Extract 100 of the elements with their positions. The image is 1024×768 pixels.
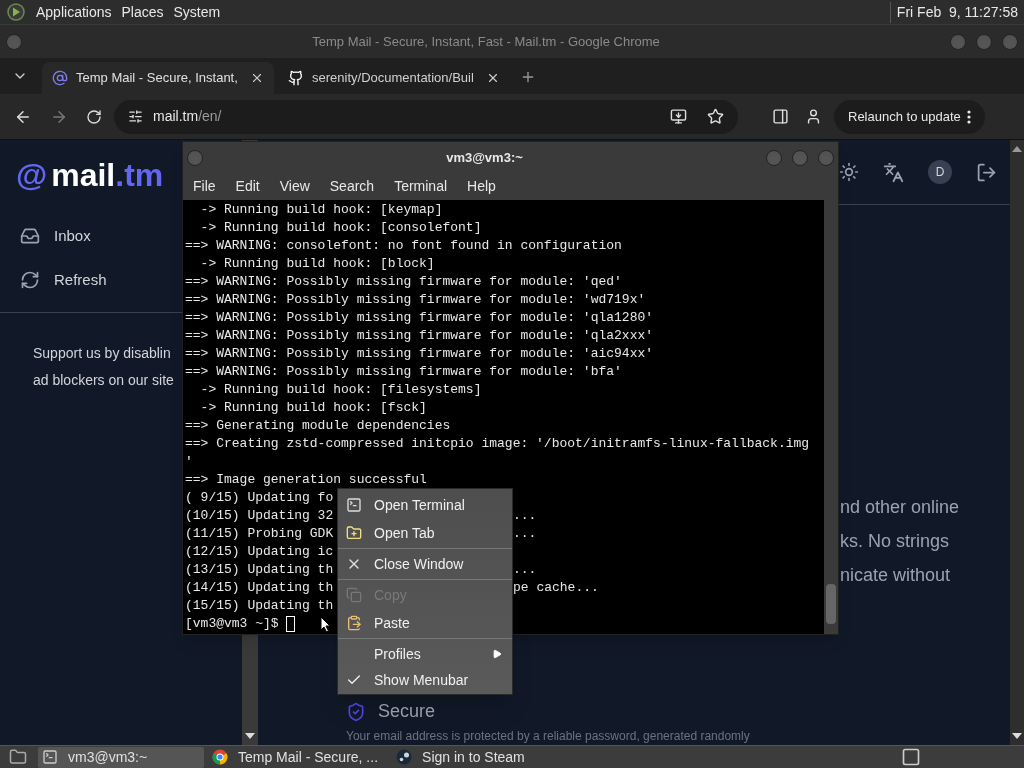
terminal-line: pe cache... xyxy=(513,579,600,597)
copy-icon xyxy=(346,587,362,603)
install-icon[interactable] xyxy=(670,108,687,125)
menu-item[interactable]: Edit xyxy=(235,176,260,197)
relaunch-button[interactable]: Relaunch to update xyxy=(834,99,985,134)
menu-item[interactable]: Close Window xyxy=(338,550,512,578)
side-panel-icon[interactable] xyxy=(772,108,789,125)
panel-menu[interactable]: Applications xyxy=(36,1,112,23)
terminal-line: -> Running build hook: [block] xyxy=(199,255,435,273)
support-text: ad blockers on our site xyxy=(33,371,174,390)
terminal-line: ==> WARNING: Possibly missing firmware for module: 'qla1280' xyxy=(185,309,654,327)
clipboard-icon xyxy=(346,615,362,631)
avatar[interactable]: D xyxy=(928,160,952,184)
terminal-line: ... xyxy=(513,525,538,543)
folder-icon xyxy=(346,525,362,541)
address-bar[interactable]: mail.tm/en/ xyxy=(114,99,738,134)
terminal-line: (14/15) Updating th xyxy=(185,579,334,597)
menu-item[interactable]: Profiles xyxy=(338,640,512,668)
body-text: nd other online xyxy=(840,496,961,519)
folder-icon[interactable] xyxy=(8,748,28,766)
terminal-line: -> Running build hook: [filesystems] xyxy=(199,381,482,399)
menu-item[interactable]: Help xyxy=(467,176,496,197)
tab-title: serenity/Documentation/Buil xyxy=(312,69,475,88)
sun-icon[interactable] xyxy=(839,162,859,182)
prompt: [vm3@vm3 ~]$ xyxy=(185,615,280,633)
terminal-line: (12/15) Updating ic xyxy=(185,543,334,561)
terminal-line: ==> Image generation successful xyxy=(185,471,427,489)
support-text: Support us by disablin xyxy=(33,344,171,363)
submenu-arrow-icon xyxy=(492,649,502,659)
terminal-line: (13/15) Updating th xyxy=(185,561,334,579)
taskbar-label: Sign in to Steam xyxy=(422,747,525,767)
body-text: ks. No strings xyxy=(840,530,951,553)
terminal-line: ' xyxy=(185,453,193,471)
translate-icon[interactable] xyxy=(883,161,904,183)
star-icon[interactable] xyxy=(707,108,724,125)
menu-item[interactable]: Open Tab xyxy=(338,519,512,547)
taskbar-label: vm3@vm3:~ xyxy=(68,747,148,767)
nav-link[interactable]: Refresh xyxy=(0,260,111,300)
steam-icon xyxy=(396,749,413,765)
panel-menu[interactable]: System xyxy=(173,1,221,23)
close-icon[interactable] xyxy=(486,71,500,85)
terminal-icon xyxy=(42,749,58,765)
terminal-line: ( 9/15) Updating fo xyxy=(185,489,334,507)
terminal-line: ==> WARNING: Possibly missing firmware for module: 'wd719x' xyxy=(185,291,646,309)
scroll-down-icon[interactable] xyxy=(1012,733,1022,739)
inbox-icon xyxy=(20,226,40,246)
site-info-icon[interactable] xyxy=(128,109,143,124)
terminal-line: (11/15) Probing GDK xyxy=(185,525,334,543)
terminal-line: ==> WARNING: Possibly missing firmware for module: 'qla2xxx' xyxy=(185,327,654,345)
terminal-line: ==> Generating module dependencies xyxy=(185,417,451,435)
taskbar-label: Temp Mail - Secure, ... xyxy=(238,747,379,767)
taskbar-item[interactable]: vm3@vm3:~ xyxy=(38,746,204,768)
terminal-line: -> Running build hook: [keymap] xyxy=(199,201,443,219)
terminal-line: ==> WARNING: Possibly missing firmware for module: 'bfa' xyxy=(185,363,622,381)
menu-item[interactable]: File xyxy=(193,176,216,197)
window-title: vm3@vm3:~ xyxy=(445,148,524,167)
chrome-icon xyxy=(212,749,228,765)
scroll-up-icon[interactable] xyxy=(1012,146,1022,152)
at-sign-icon xyxy=(52,70,68,86)
terminal-line: ==> WARNING: consolefont: no font found in configuration xyxy=(185,237,622,255)
new-tab-icon[interactable] xyxy=(520,69,536,85)
window-title: Temp Mail - Secure, Instant, Fast - Mail.tm - Google Chrome xyxy=(311,32,661,51)
terminal-line: (10/15) Updating 32 xyxy=(185,507,334,525)
tab-title: Temp Mail - Secure, Instant, xyxy=(76,69,239,88)
menu-item[interactable]: Show Menubar xyxy=(338,668,512,692)
terminal-line: ==> WARNING: Possibly missing firmware for module: 'aic94xx' xyxy=(185,345,654,363)
panel-menu[interactable]: Places xyxy=(121,1,164,23)
feature-title: Secure xyxy=(378,700,436,723)
terminal-line: -> Running build hook: [consolefont] xyxy=(199,219,482,237)
menu-item[interactable]: Open Terminal xyxy=(338,491,512,519)
menu-item[interactable]: View xyxy=(279,176,310,197)
terminal-line: ... xyxy=(513,561,538,579)
terminal-line: -> Running build hook: [fsck] xyxy=(199,399,427,417)
body-text: nicate without xyxy=(840,564,952,587)
cursor xyxy=(286,616,296,632)
close-icon[interactable] xyxy=(250,71,264,85)
menu-item[interactable]: Paste xyxy=(338,609,512,637)
menu-item[interactable]: Terminal xyxy=(394,176,448,197)
scroll-thumb[interactable] xyxy=(826,584,836,624)
shield-icon xyxy=(346,701,366,722)
play-icon[interactable] xyxy=(6,2,26,22)
clock: Fri Feb 9, 11:27:58 xyxy=(889,1,1018,23)
logo-text: mail.tm xyxy=(51,156,164,195)
logout-icon[interactable] xyxy=(976,161,997,183)
logo-mark: @ xyxy=(16,156,48,195)
feature-text: Your email address is protected by a reliable password, generated randomly xyxy=(345,728,751,745)
taskbar-item[interactable]: Sign in to Steam xyxy=(392,746,535,768)
terminal-line: (15/15) Updating th xyxy=(185,597,334,615)
url-text: mail.tm/en/ xyxy=(153,107,223,126)
cat-icon xyxy=(288,70,304,86)
browser-tab[interactable]: serenity/Documentation/Buil xyxy=(278,62,510,94)
menu-item[interactable]: Search xyxy=(329,176,375,197)
taskbar-item[interactable]: Temp Mail - Secure, ... xyxy=(208,746,389,768)
browser-tab[interactable]: Temp Mail - Secure, Instant, xyxy=(42,62,274,94)
nav-link[interactable]: Inbox xyxy=(0,216,95,256)
profile-icon[interactable] xyxy=(805,108,822,125)
reload-icon[interactable] xyxy=(86,108,102,125)
terminal-line: ... xyxy=(513,507,538,525)
terminal-line: ==> WARNING: Possibly missing firmware for module: 'qed' xyxy=(185,273,622,291)
more-icon xyxy=(966,109,971,124)
